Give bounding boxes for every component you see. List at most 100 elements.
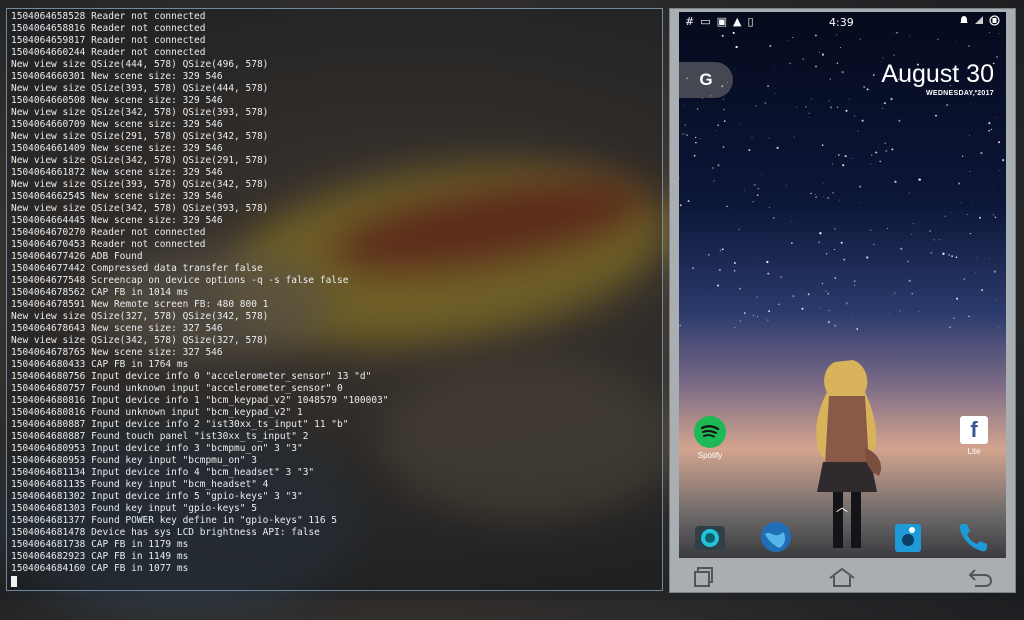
device-mirror-window: # ▭ ▣ ▲ ▯ 4:39 G August 30 WEDNESDAY, 20… [669,8,1016,593]
star [752,200,754,203]
log-line: 1504064670453 Reader not connected [11,239,206,250]
star [911,292,913,295]
home-icon[interactable] [822,562,862,592]
star [992,214,995,216]
star [891,148,894,151]
status-icon: ▭ [700,15,711,28]
log-line: 1504064681377 Found POWER key define in … [11,515,338,526]
star [978,216,981,219]
star [944,215,947,218]
back-icon[interactable] [960,562,1000,592]
star [773,217,775,219]
log-line: 1504064680756 Input device info 0 "accel… [11,371,372,382]
log-line: 1504064660709 New scene size: 329 546 [11,119,223,130]
phone-icon[interactable] [957,520,991,554]
star [686,134,688,137]
star [886,228,888,229]
star [871,154,873,156]
star [942,252,945,255]
star [766,260,769,264]
recent-apps-icon[interactable] [684,562,724,592]
star [998,141,1001,144]
star [995,55,999,58]
app-spotify[interactable]: Spotify [687,416,733,460]
star [743,189,745,191]
star [721,34,724,37]
star [969,232,971,235]
star [849,98,850,100]
log-line: New view size QSize(342, 578) QSize(327,… [11,335,269,346]
star [778,303,780,306]
star [696,108,699,110]
log-line: 1504064680953 Input device info 3 "bcmpm… [11,443,303,454]
star [681,133,684,136]
star [881,107,884,110]
star [980,152,983,155]
star [993,270,997,273]
star [792,36,794,39]
google-search-button[interactable]: G [679,62,733,98]
star [691,267,695,270]
star [845,302,849,305]
star [859,185,862,188]
star [950,211,952,213]
star [721,248,724,251]
star [791,220,793,222]
log-line: 1504064682923 CAP FB in 1149 ms [11,551,189,562]
star [827,196,830,200]
star [791,242,793,244]
log-line: 1504064660508 New scene size: 329 546 [11,95,223,106]
star [818,241,821,244]
log-console[interactable]: 1504064658528 Reader not connected 150406… [6,8,663,591]
star [968,134,971,136]
battery-icon [989,15,1000,29]
store-icon[interactable] [891,520,925,554]
star [879,160,881,163]
star [953,317,955,319]
star [915,127,917,129]
star [951,255,954,258]
star [997,84,999,86]
browser-icon[interactable] [759,520,793,554]
camera-icon[interactable] [693,520,727,554]
star [735,45,738,49]
star [882,57,884,59]
star [780,276,782,278]
star [838,154,840,156]
star [992,185,994,187]
star [1002,158,1005,162]
star [866,256,869,259]
star [715,130,717,131]
star [826,253,828,255]
star [740,320,742,322]
app-label: Spotify [697,451,723,460]
star [999,170,1001,171]
star [823,183,825,185]
star [900,247,903,250]
app-drawer-chevron-icon[interactable]: ︿ [836,498,848,515]
star [851,158,853,159]
star [870,229,872,232]
star [796,106,798,108]
star [776,146,779,150]
star [885,149,888,152]
navigation-bar [670,562,1015,594]
star [739,122,741,124]
app-facebook-lite[interactable]: f Lite [951,416,997,456]
star [717,124,719,126]
log-line: 1504064677442 Compressed data transfer f… [11,263,263,274]
star [805,106,807,108]
clock-date[interactable]: August 30 [881,60,994,89]
log-line: New view size QSize(444, 578) QSize(496,… [11,59,269,70]
device-screen[interactable]: # ▭ ▣ ▲ ▯ 4:39 G August 30 WEDNESDAY, 20… [679,12,1006,558]
star [814,193,816,196]
star [679,177,680,179]
star [768,137,770,139]
star [918,311,920,312]
status-system-icons [959,15,1000,29]
star [767,272,770,275]
log-line: 1504064680887 Input device info 2 "ist30… [11,419,349,430]
star [711,167,714,169]
star [802,58,805,60]
star [722,145,725,149]
